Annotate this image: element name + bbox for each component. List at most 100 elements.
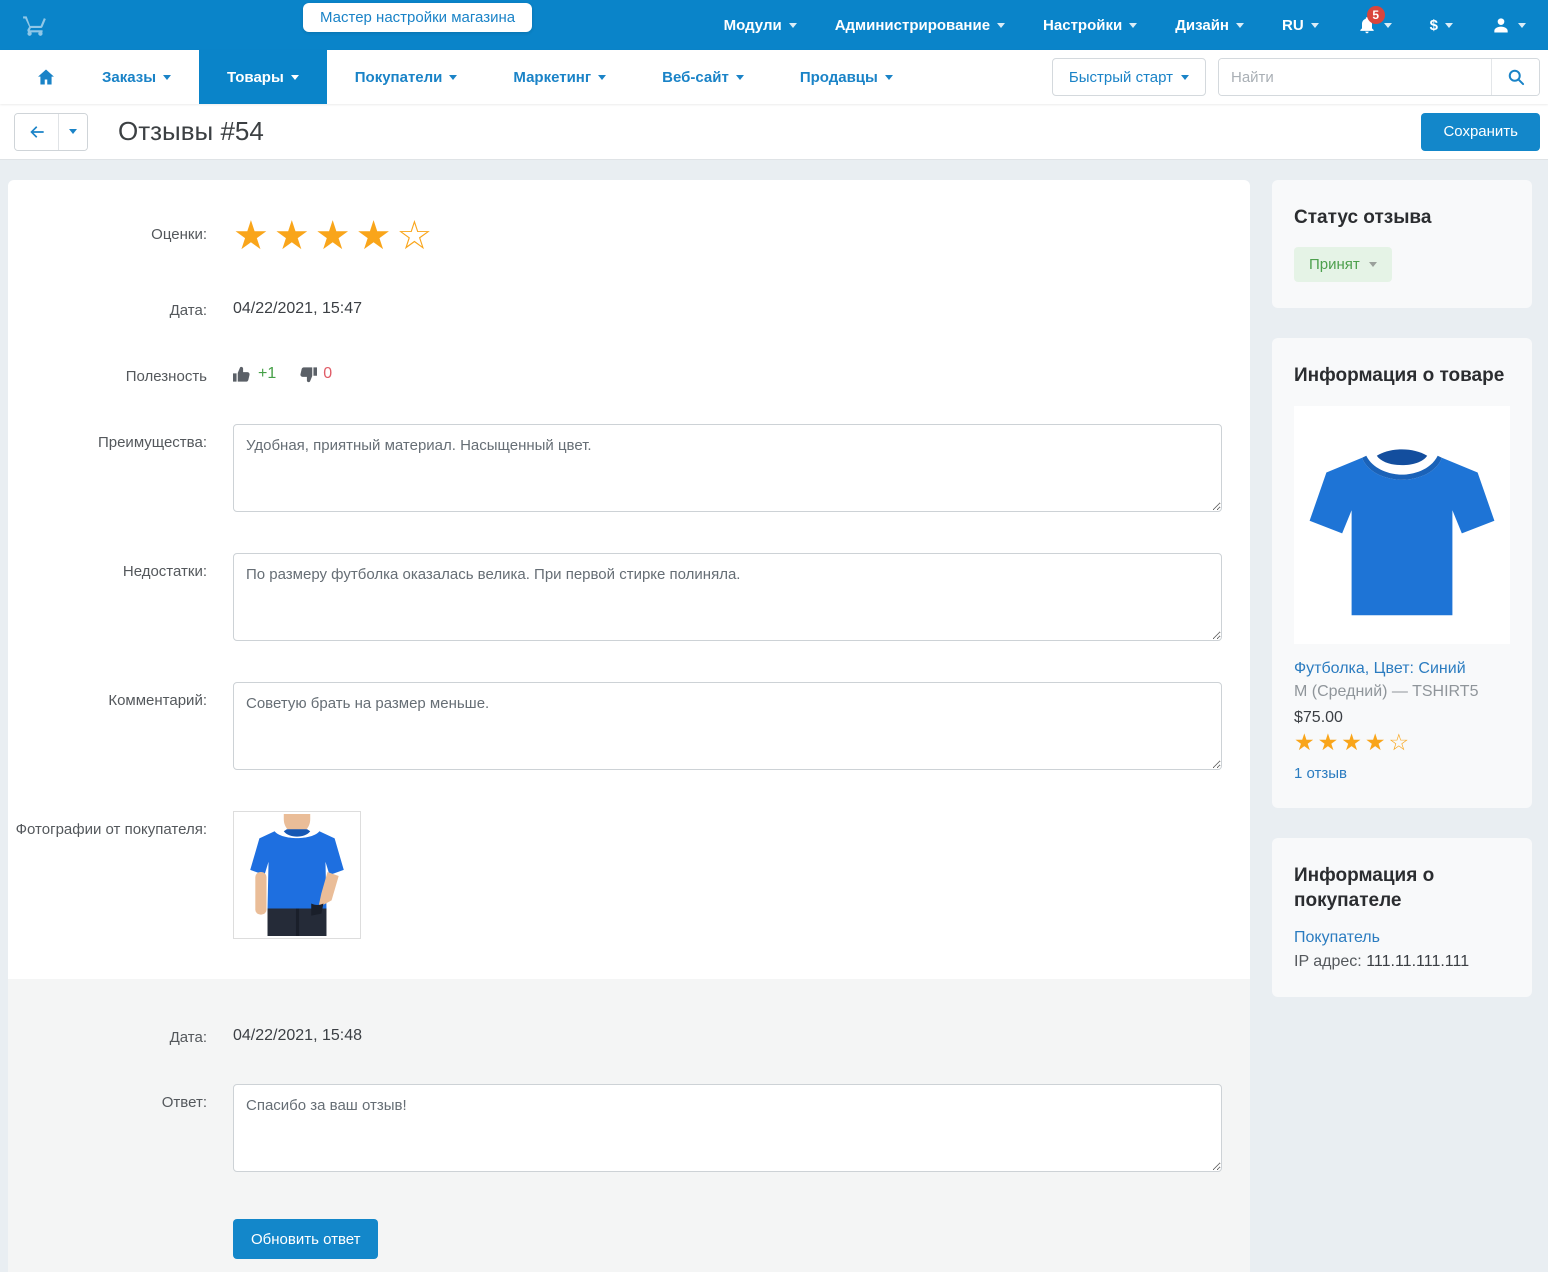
- ip-label: IP адрес:: [1294, 953, 1362, 970]
- menu-design[interactable]: Дизайн: [1175, 17, 1244, 34]
- review-date: 04/22/2021, 15:47: [233, 292, 1222, 318]
- back-button[interactable]: [15, 114, 59, 150]
- review-status-dropdown[interactable]: Принят: [1294, 247, 1392, 282]
- nav-website-label: Веб-сайт: [662, 69, 729, 86]
- disadvantages-row: Недостатки: По размеру футболка оказалас…: [8, 553, 1250, 646]
- product-name-link[interactable]: Футболка, Цвет: Синий: [1294, 660, 1466, 678]
- advantages-textarea[interactable]: Удобная, приятный материал. Насыщенный ц…: [233, 424, 1222, 512]
- home-icon: [36, 67, 56, 87]
- date-row: Дата: 04/22/2021, 15:47: [8, 292, 1250, 322]
- rating-label: Оценки:: [8, 216, 233, 256]
- reply-date-row: Дата: 04/22/2021, 15:48: [8, 1019, 1250, 1049]
- chevron-down-icon: [736, 75, 744, 80]
- nav-products-label: Товары: [227, 69, 284, 86]
- chevron-down-icon: [885, 75, 893, 80]
- update-reply-button[interactable]: Обновить ответ: [233, 1219, 378, 1259]
- sidebar: Статус отзыва Принят Информация о товаре…: [1272, 180, 1532, 1027]
- comment-label: Комментарий:: [8, 682, 233, 775]
- menu-design-label: Дизайн: [1175, 17, 1229, 34]
- blue-tshirt-image: [1297, 420, 1507, 630]
- store-setup-wizard-button[interactable]: Мастер настройки магазина: [303, 3, 532, 32]
- chevron-down-icon: [1445, 23, 1453, 28]
- rating-stars[interactable]: ★★★★☆: [233, 216, 1222, 256]
- answer-textarea[interactable]: Спасибо за ваш отзыв!: [233, 1084, 1222, 1172]
- nav-item-marketing[interactable]: Маркетинг: [485, 50, 634, 104]
- chevron-down-icon: [163, 75, 171, 80]
- currency-selector[interactable]: $: [1430, 17, 1453, 34]
- disadvantages-label: Недостатки:: [8, 553, 233, 646]
- menu-settings[interactable]: Настройки: [1043, 17, 1137, 34]
- reply-section: Дата: 04/22/2021, 15:48 Ответ: Спасибо з…: [8, 979, 1250, 1272]
- customer-photos-row: Фотографии от покупателя:: [8, 811, 1250, 939]
- rating-row: Оценки: ★★★★☆: [8, 216, 1250, 256]
- nav-item-orders[interactable]: Заказы: [74, 50, 199, 104]
- review-status-title: Статус отзыва: [1294, 206, 1510, 231]
- topbar-menus: Модули Администрирование Настройки Дизай…: [724, 15, 1526, 35]
- product-rating-stars: ★★★★☆: [1294, 729, 1510, 757]
- helpfulness-row: Полезность +1 0: [8, 358, 1250, 388]
- nav-item-customers[interactable]: Покупатели: [327, 50, 486, 104]
- product-reviews-link[interactable]: 1 отзыв: [1294, 765, 1347, 782]
- customer-link[interactable]: Покупатель: [1294, 929, 1380, 947]
- chevron-down-icon: [1236, 23, 1244, 28]
- disadvantages-textarea[interactable]: По размеру футболка оказалась велика. Пр…: [233, 553, 1222, 641]
- customer-ip-row: IP адрес: 111.11.111.111: [1294, 953, 1510, 971]
- helpfulness-label: Полезность: [8, 358, 233, 388]
- search-icon: [1506, 67, 1526, 87]
- customer-info-card: Информация о покупателе Покупатель IP ад…: [1272, 838, 1532, 997]
- back-button-group: [14, 113, 88, 151]
- review-status-card: Статус отзыва Принят: [1272, 180, 1532, 308]
- customer-info-title: Информация о покупателе: [1294, 864, 1510, 913]
- menu-modules-label: Модули: [724, 17, 782, 34]
- menu-administration[interactable]: Администрирование: [835, 17, 1005, 34]
- menu-settings-label: Настройки: [1043, 17, 1122, 34]
- product-info-title: Информация о товаре: [1294, 364, 1510, 389]
- customer-photos-label: Фотографии от покупателя:: [8, 811, 233, 939]
- product-price: $75.00: [1294, 709, 1510, 727]
- search-button[interactable]: [1491, 59, 1539, 95]
- quick-start-button[interactable]: Быстрый старт: [1052, 58, 1206, 96]
- chevron-down-icon: [1181, 75, 1189, 80]
- user-icon: [1491, 15, 1511, 35]
- thumbs-up-count: +1: [258, 365, 276, 383]
- ip-value: 111.11.111.111: [1366, 953, 1469, 970]
- customer-photo-person-in-blue-tshirt: [236, 814, 358, 936]
- product-info-card: Информация о товаре Футболка, Цвет: Сини…: [1272, 338, 1532, 808]
- content-area: Оценки: ★★★★☆ Дата: 04/22/2021, 15:47 По…: [0, 160, 1548, 1272]
- nav-item-products[interactable]: Товары: [199, 50, 327, 104]
- review-form: Оценки: ★★★★☆ Дата: 04/22/2021, 15:47 По…: [8, 180, 1250, 1272]
- comment-textarea[interactable]: Советую брать на размер меньше.: [233, 682, 1222, 770]
- chevron-down-icon: [598, 75, 606, 80]
- back-dropdown-button[interactable]: [59, 114, 87, 150]
- home-button[interactable]: [18, 50, 74, 104]
- save-button[interactable]: Сохранить: [1421, 113, 1540, 151]
- search-input[interactable]: [1219, 59, 1491, 95]
- date-label: Дата:: [8, 292, 233, 322]
- search-group: [1218, 58, 1540, 96]
- currency-symbol: $: [1430, 17, 1438, 34]
- product-image[interactable]: [1294, 406, 1510, 644]
- menu-modules[interactable]: Модули: [724, 17, 797, 34]
- chevron-down-icon: [1311, 23, 1319, 28]
- thumbs-down-count: 0: [323, 365, 332, 383]
- notifications-menu[interactable]: 5: [1357, 15, 1392, 35]
- chevron-down-icon: [291, 75, 299, 80]
- quick-start-label: Быстрый старт: [1069, 69, 1173, 86]
- chevron-down-icon: [789, 23, 797, 28]
- comment-row: Комментарий: Советую брать на размер мен…: [8, 682, 1250, 775]
- page-header: Отзывы #54 Сохранить: [0, 104, 1548, 160]
- chevron-down-icon: [1518, 23, 1526, 28]
- cart-icon[interactable]: [22, 12, 48, 38]
- advantages-row: Преимущества: Удобная, приятный материал…: [8, 424, 1250, 517]
- arrow-left-icon: [27, 122, 47, 142]
- topbar: Мастер настройки магазина Модули Админис…: [0, 0, 1548, 50]
- language-label: RU: [1282, 17, 1304, 34]
- chevron-down-icon: [69, 129, 77, 134]
- nav-item-website[interactable]: Веб-сайт: [634, 50, 772, 104]
- account-menu[interactable]: [1491, 15, 1526, 35]
- customer-photo-thumbnail[interactable]: [233, 811, 361, 939]
- thumbs-up-icon: [233, 365, 252, 384]
- nav-item-vendors[interactable]: Продавцы: [772, 50, 921, 104]
- chevron-down-icon: [1129, 23, 1137, 28]
- language-selector[interactable]: RU: [1282, 17, 1319, 34]
